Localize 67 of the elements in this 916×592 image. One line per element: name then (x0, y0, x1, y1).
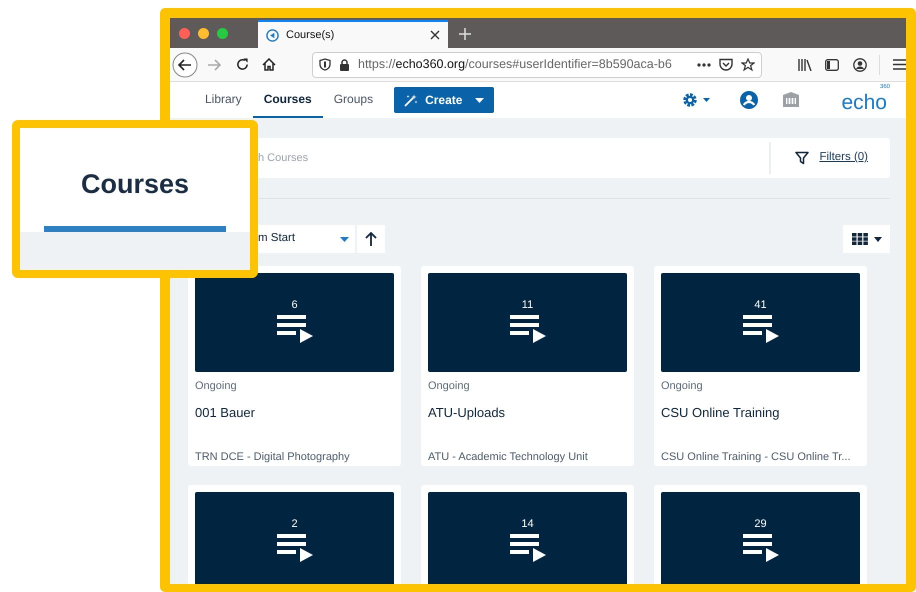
user-icon[interactable] (740, 91, 758, 109)
back-button[interactable] (172, 52, 198, 78)
create-button[interactable]: Create (394, 87, 494, 113)
close-icon[interactable] (430, 30, 440, 40)
shield-icon (319, 58, 331, 71)
settings-icon[interactable] (682, 92, 710, 108)
playlist-icon (276, 315, 312, 343)
nav-tab[interactable]: Library (194, 82, 253, 118)
playlist-icon (742, 534, 778, 562)
reload-icon[interactable] (236, 58, 249, 71)
course-subtitle: ATU - Academic Technology Unit (428, 450, 589, 465)
view-toggle-button[interactable] (843, 225, 890, 253)
library-icon[interactable] (798, 58, 812, 70)
media-count: 2 (291, 519, 298, 530)
pocket-icon[interactable] (719, 58, 733, 71)
course-status: Ongoing (661, 379, 704, 394)
course-card[interactable]: 11 Ongoing ATU-Uploads ATU - Academic Technology Unit (421, 266, 634, 466)
playlist-icon (742, 315, 778, 343)
tab-title: Course(s) (286, 28, 336, 43)
playlist-icon (510, 534, 546, 562)
up-arrow-icon (365, 232, 377, 246)
star-icon[interactable] (741, 58, 755, 72)
course-status: Ongoing (195, 379, 238, 394)
media-count: 11 (522, 300, 534, 311)
course-card[interactable]: 29 (654, 485, 867, 584)
media-count: 14 (521, 519, 534, 530)
course-card[interactable]: 41 Ongoing CSU Online Training CSU Online Training - CSU Online Tr... (654, 266, 867, 466)
url-text: https://echo360.org/courses#userIdentifier=8b590aca-b6 (358, 56, 673, 74)
home-icon[interactable] (262, 58, 276, 71)
caret-icon (874, 236, 882, 242)
course-card[interactable]: 6 Ongoing 001 Bauer TRN DCE - Digital Photography (188, 266, 401, 466)
course-title: CSU Online Training (661, 404, 780, 422)
play-back-icon (266, 28, 279, 42)
course-card[interactable]: 2 (188, 485, 401, 584)
nav-tab[interactable]: Groups (322, 82, 384, 118)
media-count: 41 (754, 300, 767, 311)
magic-wand-icon (404, 94, 418, 106)
media-count: 6 (291, 300, 298, 311)
callout-label: Courses (80, 168, 190, 200)
lock-icon (339, 58, 350, 70)
course-title: 001 Bauer (195, 404, 256, 422)
course-status: Ongoing (428, 379, 471, 394)
search-field[interactable]: h Courses (256, 138, 770, 178)
caret-icon (475, 98, 484, 102)
filter-icon[interactable] (795, 151, 810, 165)
course-card[interactable]: 14 (421, 485, 634, 584)
course-title: ATU-Uploads (428, 404, 506, 422)
playlist-icon (510, 315, 546, 343)
course-subtitle: CSU Online Training - CSU Online Tr... (661, 450, 852, 465)
account-icon[interactable] (853, 58, 867, 72)
grid-icon (852, 233, 868, 245)
new-tab-icon[interactable] (459, 28, 471, 40)
course-subtitle: TRN DCE - Digital Photography (195, 450, 351, 465)
app-icon[interactable] (781, 90, 802, 110)
maximize-button[interactable] (217, 28, 228, 38)
nav-tab[interactable]: Courses (252, 82, 323, 118)
caret-icon (340, 236, 349, 242)
more-icon[interactable] (697, 62, 711, 66)
sort-direction-button[interactable] (357, 225, 385, 253)
playlist-icon (276, 534, 312, 562)
filters-link[interactable]: Filters (0) (819, 149, 868, 167)
sidebar-icon[interactable] (825, 58, 839, 70)
media-count: 29 (754, 519, 767, 530)
address-bar[interactable]: https://echo360.org/courses#userIdentifier=8b590aca-b6 (312, 52, 762, 78)
minimize-button[interactable] (198, 28, 209, 38)
browser-tab[interactable]: Course(s) (258, 20, 448, 48)
menu-icon[interactable] (893, 59, 906, 70)
